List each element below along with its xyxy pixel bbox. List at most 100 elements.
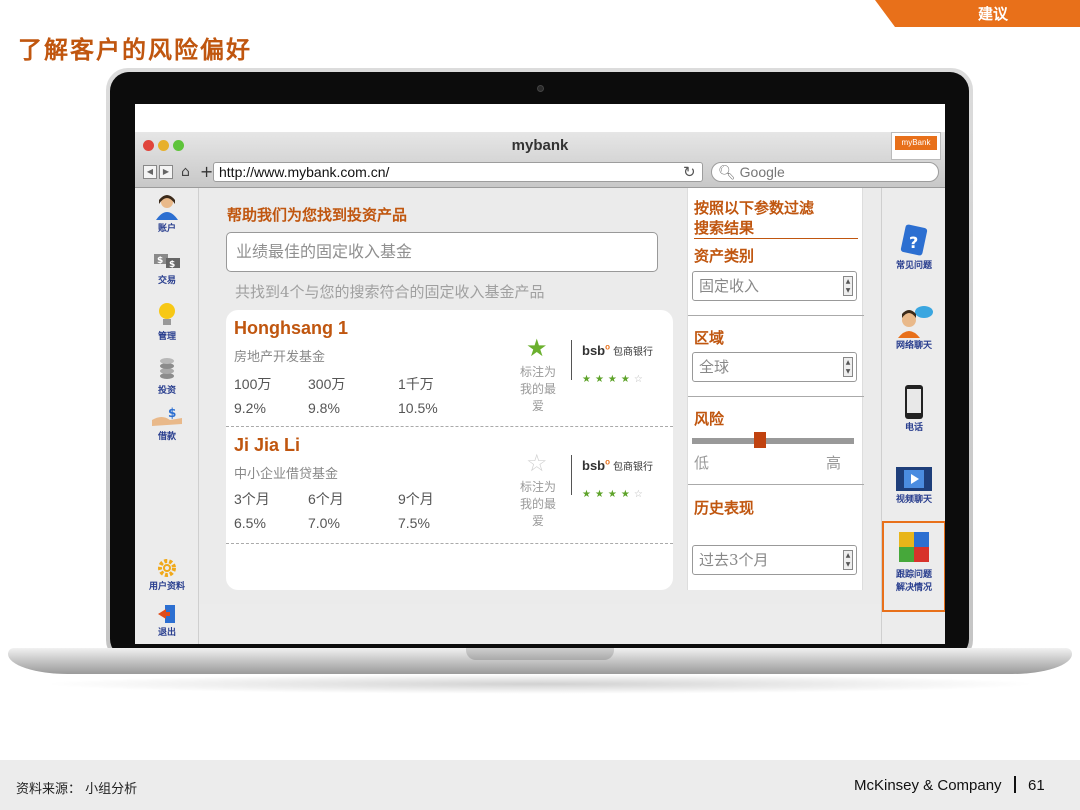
sidebar-item-tracking-label: 解决情况 [895, 583, 932, 593]
risk-slider-thumb[interactable] [754, 432, 767, 448]
bank-logo-mark: bsb [582, 458, 606, 473]
recommendation-tag: 建议 [875, 0, 1080, 27]
risk-label: 风险 [694, 410, 725, 428]
divider [571, 455, 572, 495]
laptop-shadow [40, 674, 1040, 694]
sidebar-item-loan-label: 借款 [157, 432, 176, 442]
fund-return: 7.5% [398, 515, 430, 531]
filter-title-line: 搜索结果 [694, 219, 755, 237]
asset-class-select[interactable]: 固定收入 ▲ ▼ [692, 271, 857, 301]
slide-title: 了解客户的风险偏好 [18, 35, 252, 64]
sidebar-item-chat[interactable]: 网络聊天 [882, 304, 945, 351]
mybank-logo: myBank [891, 132, 941, 160]
fund-card[interactable]: Ji Jia Li 中小企业借贷基金 3个月 6个月 9个月 6.5% 7.0%… [226, 427, 673, 544]
asset-class-value: 固定收入 [699, 277, 760, 295]
reload-icon[interactable]: ↻ [683, 162, 696, 182]
sidebar-item-phone-label: 电话 [904, 423, 923, 433]
risk-slider-track[interactable] [692, 438, 854, 444]
helper-title: 帮助我们为您找到投资产品 [227, 206, 408, 224]
history-value: 过去3个月 [699, 551, 769, 569]
laptop-notch [466, 648, 614, 660]
url-input[interactable]: http://www.mybank.com.cn/ [213, 162, 703, 182]
sidebar-item-profile-label: 用户资料 [148, 582, 185, 592]
region-label: 区域 [694, 329, 725, 347]
favorite-label[interactable]: 标注为 我的最 爱 [512, 364, 564, 415]
divider [688, 396, 864, 397]
browser-chrome: mybank myBank ◀ ▶ ⌂ + http://www.mybank.… [135, 132, 945, 188]
stepper-icon[interactable]: ▲ ▼ [843, 276, 853, 296]
source-note: 资料来源： 小组分析 [16, 782, 138, 797]
filter-panel: 按照以下参数过滤 搜索结果 资产类别 固定收入 ▲▼ 区域 全球 ▲▼ 风险 [687, 188, 864, 590]
lightbulb-icon [159, 303, 175, 325]
sidebar-item-video-label: 视频聊天 [895, 495, 932, 505]
region-select[interactable]: 全球 ▲ ▼ [692, 352, 857, 382]
footer-divider [1014, 776, 1016, 793]
fund-tier: 6个月 [308, 491, 344, 507]
coins-icon [160, 358, 174, 379]
trade-icon: $ $ [154, 254, 180, 270]
gear-icon [158, 559, 176, 577]
bank-name: 包商银行 [613, 462, 654, 473]
sidebar-item-account[interactable]: 账户 [135, 194, 199, 234]
svg-text:$: $ [169, 260, 175, 270]
region-value: 全球 [699, 358, 730, 376]
back-icon[interactable]: ◀ [143, 165, 157, 179]
fund-return: 10.5% [398, 400, 438, 416]
forward-icon[interactable]: ▶ [159, 165, 173, 179]
filter-title-line: 按照以下参数过滤 [694, 199, 815, 217]
sidebar-item-loan[interactable]: $ 借款 [135, 406, 199, 442]
svg-text:$: $ [157, 256, 163, 266]
favorite-label-line: 爱 [531, 514, 544, 528]
results-panel: Honghsang 1 房地产开发基金 100万 300万 1千万 9.2% 9… [226, 310, 673, 590]
sidebar-item-faq[interactable]: ? 常见问题 [882, 224, 945, 271]
bank-name: 包商银行 [613, 347, 654, 358]
sidebar-item-manage[interactable]: 管理 [135, 302, 199, 342]
home-icon[interactable]: ⌂ [181, 165, 190, 179]
fund-return: 6.5% [234, 515, 266, 531]
loan-icon: $ [152, 406, 182, 426]
chat-icon [898, 306, 933, 338]
sidebar-item-profile[interactable]: 用户资料 [135, 558, 199, 592]
sidebar-item-logout[interactable]: 退出 [135, 604, 199, 638]
fund-type: 房地产开发基金 [234, 350, 326, 365]
filter-title: 按照以下参数过滤 搜索结果 [694, 198, 858, 239]
risk-high-label: 高 [826, 454, 842, 472]
company-name: McKinsey & Company [854, 777, 1002, 794]
favorite-star-icon[interactable]: ★ [526, 336, 548, 360]
fund-return: 9.8% [308, 400, 340, 416]
exit-icon [158, 605, 175, 623]
add-bookmark-icon[interactable]: + [200, 164, 213, 180]
stepper-icon[interactable]: ▲ ▼ [843, 357, 853, 377]
sidebar-item-tracking-label: 跟踪问题 [895, 570, 932, 580]
main-content: 帮助我们为您找到投资产品 业绩最佳的固定收入基金 共找到4个与您的搜索符合的固定… [199, 188, 881, 604]
sidebar-item-tracking[interactable]: 跟踪问题 解决情况 [882, 521, 945, 612]
page-number: 61 [1028, 777, 1045, 794]
fund-return: 7.0% [308, 515, 340, 531]
left-sidebar: 账户 $ $ 交易 管理 投资 $ 借款 用户资料 退出 [135, 188, 199, 644]
divider [688, 315, 864, 316]
sidebar-item-logout-label: 退出 [157, 628, 176, 638]
fund-name: Ji Jia Li [234, 435, 301, 455]
fund-search-input[interactable]: 业绩最佳的固定收入基金 [226, 232, 658, 272]
history-select[interactable]: 过去3个月 ▲ ▼ [692, 545, 857, 575]
browser-search-placeholder: Google [739, 164, 785, 180]
sidebar-item-trade[interactable]: $ $ 交易 [135, 250, 199, 286]
fund-type: 中小企业借贷基金 [234, 467, 339, 482]
rating-stars: ★★★★☆ [582, 489, 647, 500]
favorite-label[interactable]: 标注为 我的最 爱 [512, 479, 564, 530]
fund-tier: 3个月 [234, 491, 270, 507]
fund-card[interactable]: Honghsang 1 房地产开发基金 100万 300万 1千万 9.2% 9… [226, 310, 673, 427]
slide-footer: 资料来源： 小组分析 McKinsey & Company 61 [0, 760, 1080, 810]
sidebar-item-invest[interactable]: 投资 [135, 356, 199, 396]
bank-logo: bsbo 包商银行 [582, 342, 654, 358]
fund-return: 9.2% [234, 400, 266, 416]
divider [571, 340, 572, 380]
laptop-screen: mybank myBank ◀ ▶ ⌂ + http://www.mybank.… [135, 104, 945, 644]
fund-tier: 100万 [234, 376, 272, 392]
favorite-star-icon[interactable]: ☆ [526, 451, 548, 475]
browser-search-input[interactable]: 🔍︎ Google [711, 162, 939, 182]
stepper-icon[interactable]: ▲ ▼ [843, 550, 853, 570]
sidebar-item-phone[interactable]: 电话 [882, 384, 945, 433]
sidebar-item-account-label: 账户 [157, 224, 176, 234]
sidebar-item-video[interactable]: 视频聊天 [882, 466, 945, 505]
